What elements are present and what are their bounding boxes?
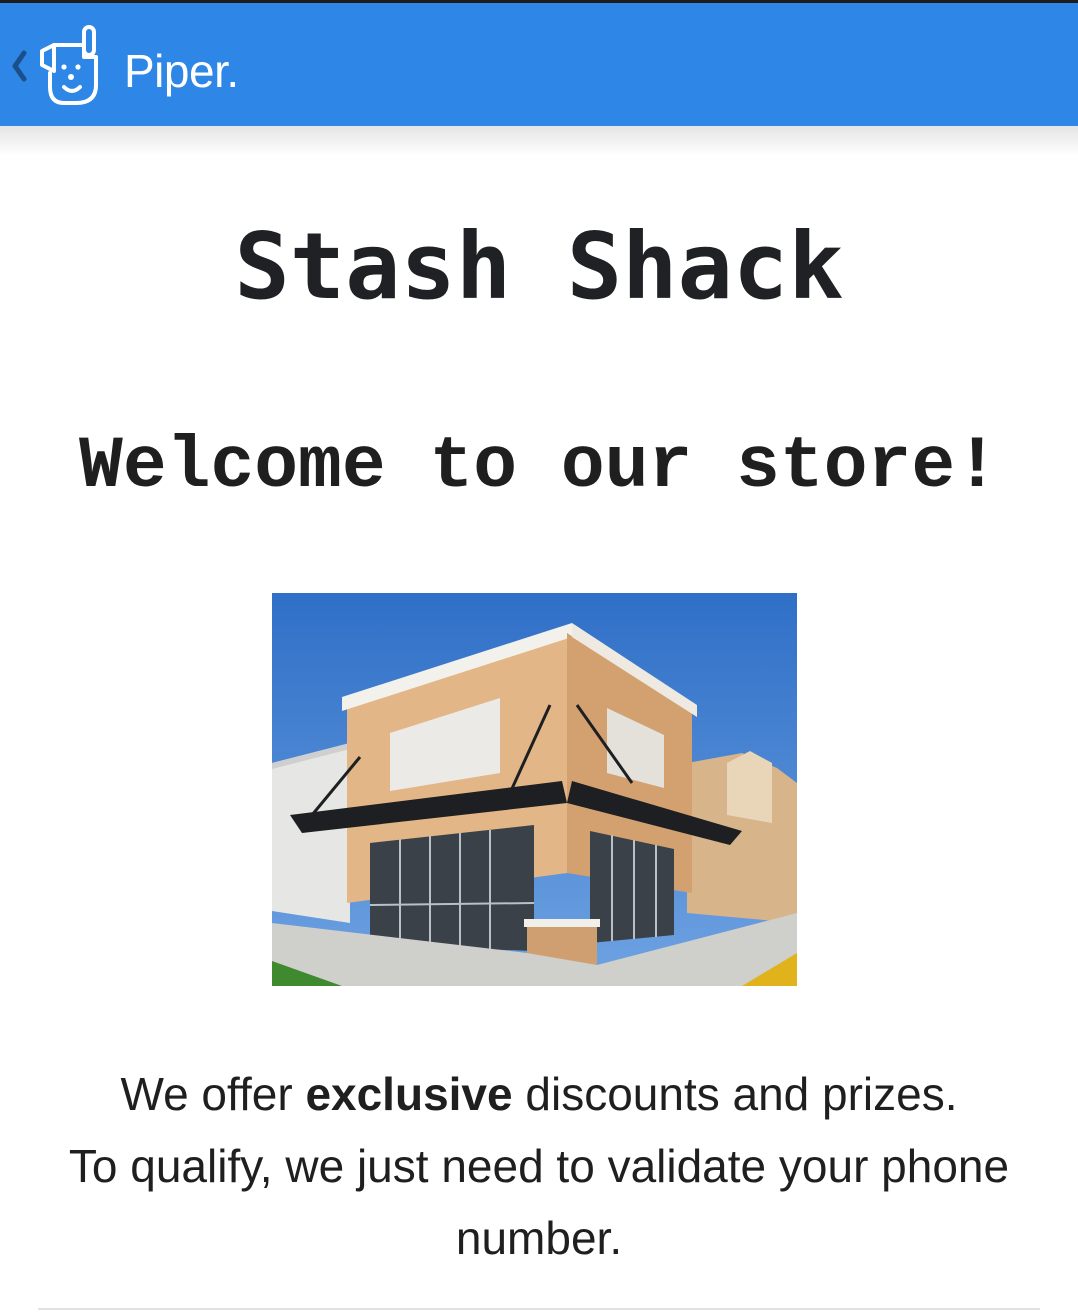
offer-line2: To qualify, we just need to validate you… <box>68 1140 1010 1264</box>
offer-line1-start: We offer <box>120 1068 306 1120</box>
page-title: Stash Shack <box>234 213 844 320</box>
offer-line1-end: discounts and prizes. <box>512 1068 958 1120</box>
chevron-left-icon[interactable] <box>6 41 32 91</box>
piper-dog-icon <box>40 25 98 105</box>
app-bar: Piper. <box>0 0 1078 126</box>
app-title: Piper. <box>124 45 239 97</box>
storefront-photo <box>272 593 797 986</box>
divider <box>38 1308 1040 1310</box>
app-bar-shadow <box>0 126 1078 156</box>
welcome-heading: Welcome to our store! <box>79 425 999 508</box>
offer-text: We offer exclusive discounts and prizes.… <box>40 1058 1038 1274</box>
offer-emphasis: exclusive <box>305 1068 513 1120</box>
